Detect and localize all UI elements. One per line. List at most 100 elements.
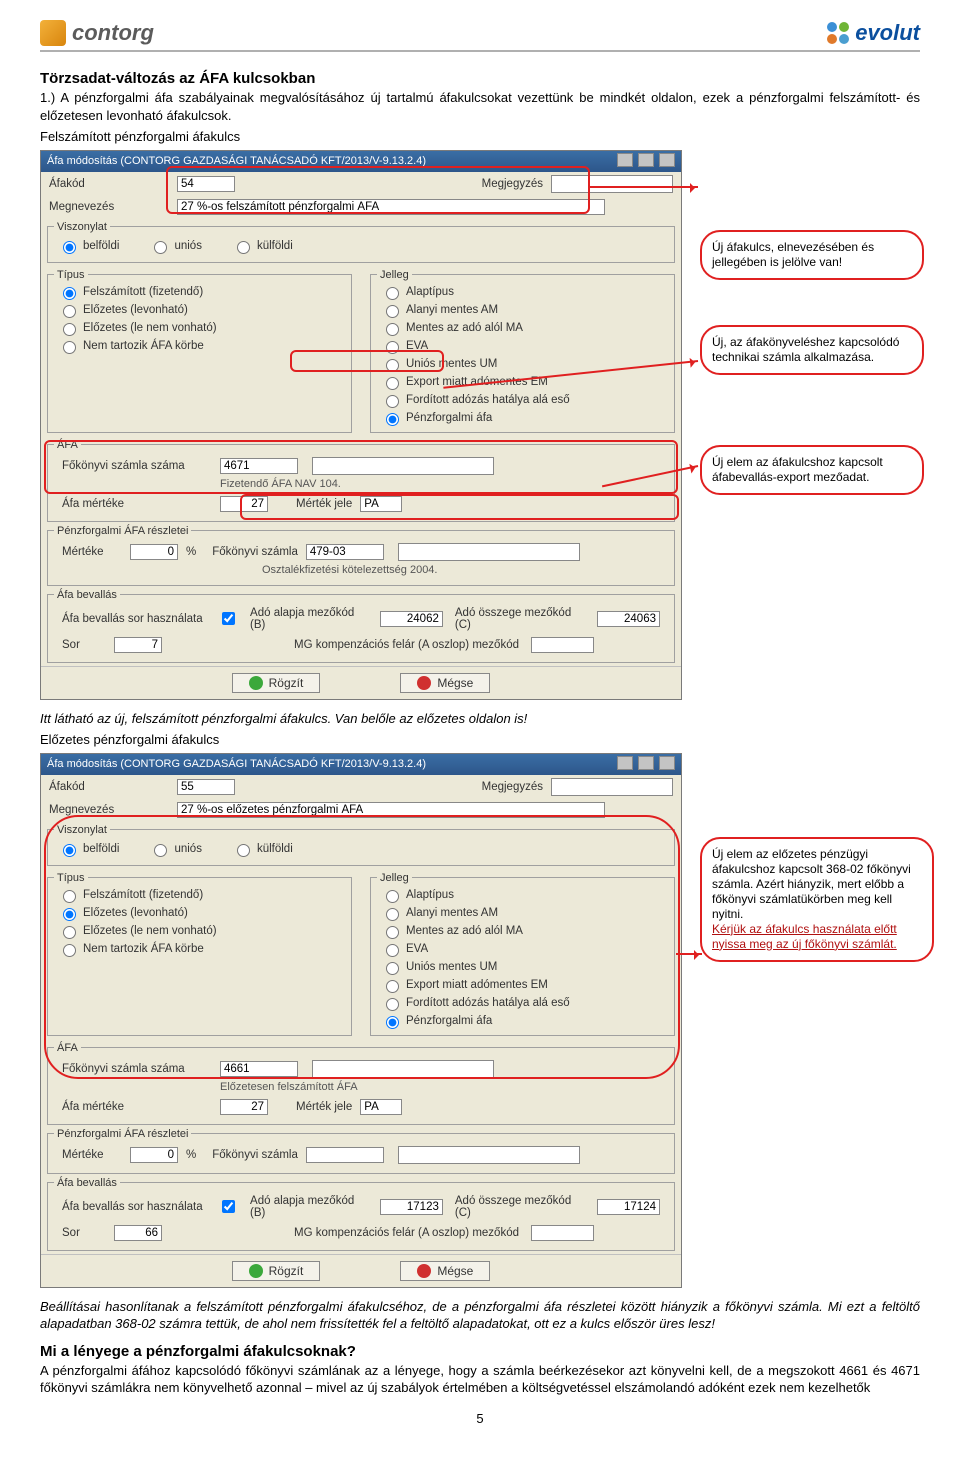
penz-fk-dropdown[interactable]	[398, 543, 580, 561]
cancel-button[interactable]: Mégse	[400, 673, 490, 693]
ado-b-input-2[interactable]	[380, 1199, 443, 1215]
merteke-input[interactable]	[220, 496, 268, 512]
evolut-text: evolut	[855, 20, 920, 46]
megnevezes-input-2[interactable]	[177, 802, 605, 818]
fokonyvi-input-2[interactable]	[220, 1061, 298, 1077]
penz-merteke-input-2[interactable]	[130, 1147, 178, 1163]
mg-input-2[interactable]	[531, 1225, 594, 1241]
mg-input[interactable]	[531, 637, 594, 653]
fokonyvi-input[interactable]	[220, 458, 298, 474]
cross-icon	[417, 1264, 431, 1278]
fokonyvi-dropdown-2[interactable]	[312, 1060, 494, 1078]
window-controls[interactable]	[615, 153, 675, 170]
fizetendo-label: Fizetendő ÁFA NAV 104.	[212, 478, 668, 493]
jelleg-am-2[interactable]: Alanyi mentes AM	[381, 905, 664, 921]
contorg-logo: contorg	[40, 20, 154, 46]
ado-b-label-2: Adó alapja mezőkód (B)	[250, 1195, 368, 1219]
check-icon	[249, 1264, 263, 1278]
maximize-icon[interactable]	[638, 153, 654, 167]
viszonylat-fieldset: Viszonylat belföldi uniós külföldi	[47, 221, 675, 263]
window-controls-2[interactable]	[615, 756, 675, 773]
visz-kulfoldi-2[interactable]: külföldi	[232, 841, 293, 857]
megjegyzes-input[interactable]	[551, 175, 673, 193]
close-icon[interactable]	[659, 756, 675, 770]
dialog2-wrap: Áfa módosítás (CONTORG GAZDASÁGI TANÁCSA…	[40, 753, 920, 1288]
afa-fieldset: ÁFA Főkönyvi számla száma Fizetendő ÁFA …	[47, 439, 675, 522]
visz-unios[interactable]: uniós	[149, 238, 202, 254]
check-icon	[249, 676, 263, 690]
jelleg-penzforgalmi[interactable]: Pénzforgalmi áfa	[381, 410, 664, 426]
sor-input-2[interactable]	[114, 1225, 162, 1241]
visz-kulfoldi[interactable]: külföldi	[232, 238, 293, 254]
bevallas-fieldset: Áfa bevallás Áfa bevallás sor használata…	[47, 589, 675, 663]
percent-sign: %	[186, 546, 196, 558]
afakod-input[interactable]	[177, 176, 235, 192]
afakod-input-2[interactable]	[177, 779, 235, 795]
jelleg-am[interactable]: Alanyi mentes AM	[381, 302, 664, 318]
tipus-felszamitott-2[interactable]: Felszámított (fizetendő)	[58, 887, 341, 903]
tipus-elozetes-nem[interactable]: Előzetes (le nem vonható)	[58, 320, 341, 336]
tipus-felszamitott[interactable]: Felszámított (fizetendő)	[58, 284, 341, 300]
mg-label: MG kompenzációs felár (A oszlop) mezőkód	[294, 639, 519, 651]
megnevezes-label-2: Megnevezés	[49, 804, 169, 816]
minimize-icon[interactable]	[617, 153, 633, 167]
titlebar-2: Áfa módosítás (CONTORG GAZDASÁGI TANÁCSA…	[41, 754, 681, 775]
tipus-nem-afa-2[interactable]: Nem tartozik ÁFA körbe	[58, 941, 341, 957]
visz-belfoldi[interactable]: belföldi	[58, 238, 119, 254]
megnevezes-input[interactable]	[177, 199, 605, 215]
megjegyzes-label: Megjegyzés	[482, 178, 543, 190]
intro-paragraph: 1.) A pénzforgalmi áfa szabályainak megv…	[40, 89, 920, 124]
penz-fk-input[interactable]	[306, 544, 384, 560]
jelleg-ma-2[interactable]: Mentes az adó alól MA	[381, 923, 664, 939]
afa-dialog-1: Áfa módosítás (CONTORG GAZDASÁGI TANÁCSA…	[40, 150, 682, 700]
tipus-elozetes-levonhato[interactable]: Előzetes (levonható)	[58, 302, 341, 318]
jelleg-penzforgalmi-2[interactable]: Pénzforgalmi áfa	[381, 1013, 664, 1029]
jelleg-um[interactable]: Uniós mentes UM	[381, 356, 664, 372]
cube-icon	[40, 20, 66, 46]
penz-fk-input-2[interactable]	[306, 1147, 384, 1163]
bev-sor-checkbox[interactable]	[222, 612, 235, 625]
save-button-2[interactable]: Rögzít	[232, 1261, 321, 1281]
penz-fk-dropdown-2[interactable]	[398, 1146, 580, 1164]
sor-input[interactable]	[114, 637, 162, 653]
jelleg-forditott-2[interactable]: Fordított adózás hatálya alá eső	[381, 995, 664, 1011]
callout-1c: Új elem az áfakulcshoz kapcsolt áfabeval…	[700, 445, 924, 495]
jelleg-eva[interactable]: EVA	[381, 338, 664, 354]
penz-merteke-input[interactable]	[130, 544, 178, 560]
ado-b-input[interactable]	[380, 611, 443, 627]
jelleg-alaptipus[interactable]: Alaptípus	[381, 284, 664, 300]
jelleg-ma[interactable]: Mentes az adó alól MA	[381, 320, 664, 336]
subheading-2: Előzetes pénzforgalmi áfakulcs	[40, 731, 920, 749]
ado-c-input[interactable]	[597, 611, 660, 627]
penz-legend: Pénzforgalmi ÁFA részletei	[54, 525, 191, 537]
percent-2: %	[186, 1149, 196, 1161]
penz-merteke-label-2: Mértéke	[62, 1149, 122, 1161]
tipus-elozetes-levonhato-2[interactable]: Előzetes (levonható)	[58, 905, 341, 921]
tipus-elozetes-nem-2[interactable]: Előzetes (le nem vonható)	[58, 923, 341, 939]
jelleg-alaptipus-2[interactable]: Alaptípus	[381, 887, 664, 903]
maximize-icon[interactable]	[638, 756, 654, 770]
visz-belfoldi-2[interactable]: belföldi	[58, 841, 119, 857]
jelleg-em[interactable]: Export miatt adómentes EM	[381, 374, 664, 390]
mertekjele-label: Mérték jele	[296, 498, 352, 510]
visz-unios-2[interactable]: uniós	[149, 841, 202, 857]
jelleg-forditott[interactable]: Fordított adózás hatálya alá eső	[381, 392, 664, 408]
merteke-input-2[interactable]	[220, 1099, 268, 1115]
jelleg-eva-2[interactable]: EVA	[381, 941, 664, 957]
tipus-nem-afa[interactable]: Nem tartozik ÁFA körbe	[58, 338, 341, 354]
fokonyvi-dropdown[interactable]	[312, 457, 494, 475]
cancel-button-2[interactable]: Mégse	[400, 1261, 490, 1281]
ado-c-input-2[interactable]	[597, 1199, 660, 1215]
titlebar-text-2: Áfa módosítás (CONTORG GAZDASÁGI TANÁCSA…	[47, 758, 426, 770]
save-button[interactable]: Rögzít	[232, 673, 321, 693]
close-icon[interactable]	[659, 153, 675, 167]
bev-sor-checkbox-2[interactable]	[222, 1200, 235, 1213]
jelleg-em-2[interactable]: Export miatt adómentes EM	[381, 977, 664, 993]
jelleg-um-2[interactable]: Uniós mentes UM	[381, 959, 664, 975]
megjegyzes-input-2[interactable]	[551, 778, 673, 796]
mertekjele-input[interactable]	[360, 496, 402, 512]
minimize-icon[interactable]	[617, 756, 633, 770]
mertekjele-input-2[interactable]	[360, 1099, 402, 1115]
merteke-label-2: Áfa mértéke	[62, 1101, 212, 1113]
mg-label-2: MG kompenzációs felár (A oszlop) mezőkód	[294, 1227, 519, 1239]
